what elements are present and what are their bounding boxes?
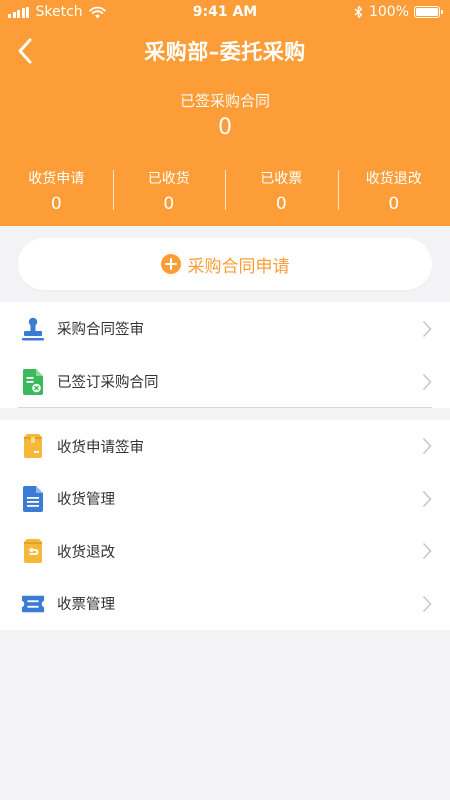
stat-label: 收货退改 [365, 171, 422, 187]
stat-returns[interactable]: 收货退改 0 [337, 168, 450, 214]
document-icon [21, 485, 45, 512]
stat-value: 0 [388, 194, 400, 214]
purchase-contract-apply-button[interactable]: 采购合同申请 [18, 238, 432, 290]
signed-contracts-label: 已签采购合同 [179, 92, 270, 110]
apply-button-label: 采购合同申请 [187, 256, 290, 277]
stat-value: 0 [163, 194, 175, 214]
menu-item-label: 收货退改 [57, 544, 115, 561]
chevron-right-icon [422, 543, 432, 560]
stamp-icon [21, 316, 45, 342]
menu-item-label: 已签订采购合同 [57, 375, 159, 391]
stat-label: 已收货 [147, 171, 190, 187]
menu-item-label: 收票管理 [57, 597, 115, 614]
stat-receipt-requests[interactable]: 收货申请 0 [0, 168, 113, 214]
stat-label: 收货申请 [28, 171, 85, 187]
page-title: 采购部–委托采购 [144, 40, 306, 64]
chevron-right-icon [422, 438, 432, 455]
menu-item-label: 收货申请签审 [57, 439, 144, 456]
divider [18, 407, 432, 408]
bluetooth-icon [354, 5, 363, 19]
menu-item-contract-review[interactable]: 采购合同签审 [0, 302, 450, 355]
chevron-right-icon [422, 595, 432, 612]
battery-percent: 100% [368, 4, 409, 20]
stat-value: 0 [50, 194, 62, 214]
menu-item-signed-contracts[interactable]: 已签订采购合同 [0, 355, 450, 408]
menu-item-label: 采购合同签审 [57, 322, 144, 338]
chevron-right-icon [422, 320, 432, 337]
stat-received[interactable]: 已收货 0 [112, 168, 226, 214]
chevron-right-icon [422, 373, 432, 390]
menu-item-receipt-returns[interactable]: 收货退改 [0, 525, 450, 578]
menu-group-receiving: 收货申请签审 收货管理 收货退改 收票管理 [0, 420, 450, 630]
return-box-icon [21, 538, 45, 564]
menu-group-contracts: 采购合同签审 已签订采购合同 [0, 302, 450, 408]
box-icon [21, 433, 45, 459]
plus-circle-icon [160, 254, 181, 274]
status-bar: Sketch 9:41 AM 100% [0, 0, 450, 24]
menu-item-receipt-request-review[interactable]: 收货申请签审 [0, 420, 450, 473]
ticket-icon [21, 591, 45, 617]
stat-value: 0 [275, 194, 287, 214]
stats-row: 收货申请 0 已收货 0 已收票 0 收货退改 0 [0, 168, 450, 214]
header: Sketch 9:41 AM 100% 采购部–委托采购 已签采购合同 0 收货… [0, 0, 450, 226]
menu-item-label: 收货管理 [57, 492, 115, 509]
menu-item-receipt-management[interactable]: 收货管理 [0, 473, 450, 526]
signed-contracts-value: 0 [218, 115, 232, 140]
signed-document-icon [21, 368, 45, 395]
menu-item-invoice-management[interactable]: 收票管理 [0, 578, 450, 631]
battery-icon [414, 6, 443, 18]
status-right: 100% [354, 4, 443, 20]
stat-invoices-received[interactable]: 已收票 0 [225, 168, 338, 214]
chevron-right-icon [422, 490, 432, 507]
stat-label: 已收票 [260, 171, 303, 187]
